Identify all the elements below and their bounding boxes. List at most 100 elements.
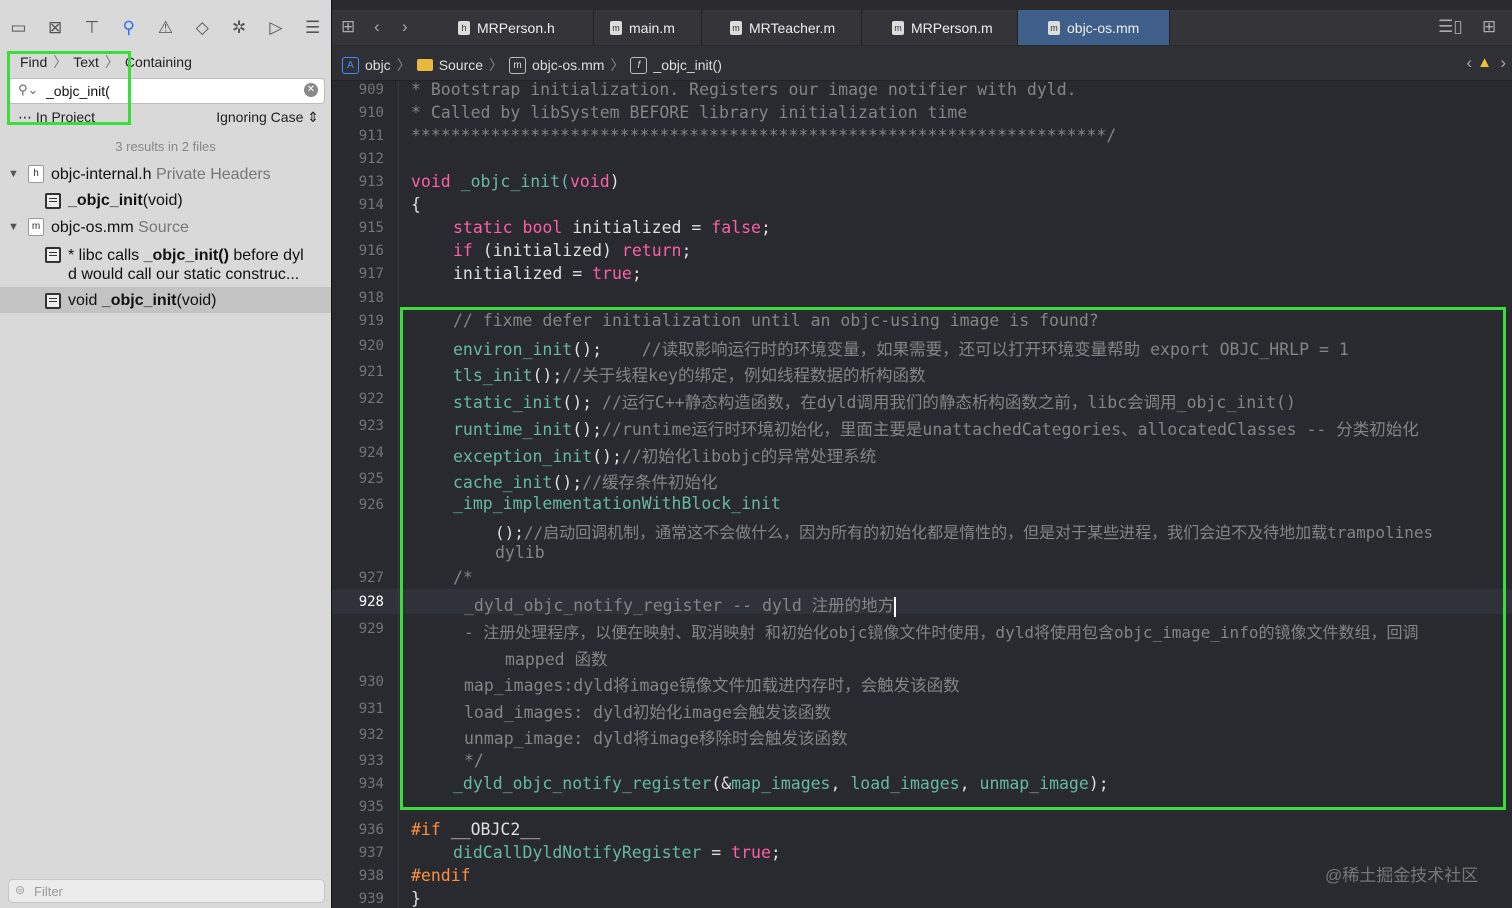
breakpoint-icon[interactable]: ▷ — [257, 10, 294, 46]
code-line[interactable]: initialized = true; — [453, 264, 642, 283]
code-line[interactable]: _imp_implementationWithBlock_init — [453, 494, 781, 513]
forward-arrow-icon[interactable]: › — [402, 17, 408, 37]
code-line[interactable]: ****************************************… — [411, 126, 1116, 145]
result-file-name: objc-internal.h — [51, 166, 152, 183]
navigator-toolbar: ▭ ⊠ ⊤ ⚲ ⚠ ◇ ✲ ▷ ☰ — [0, 10, 331, 46]
find-mode-breadcrumb[interactable]: Find 〉 Text 〉 Containing — [20, 53, 192, 71]
code-line-wrapped[interactable]: dylib — [495, 543, 545, 562]
line-number: 931 — [358, 701, 384, 717]
warning-icon[interactable]: ⚠ — [147, 10, 184, 46]
code-line[interactable]: } — [411, 889, 421, 908]
code-line-wrapped[interactable]: ();//启动回调机制，通常这不会做什么，因为所有的初始化都是惰性的，但是对于某… — [495, 519, 1433, 543]
filter-icon: ⊜ — [15, 883, 26, 897]
code-token: (initialized) — [472, 241, 622, 260]
code-line[interactable]: static_init(); //运行C++静态构造函数，在dyld调用我们的静… — [453, 389, 1296, 413]
search-icon[interactable]: ⚲ — [110, 10, 147, 46]
result-match-row[interactable]: * libc calls _objc_init() before dyl d w… — [0, 244, 331, 286]
code-line[interactable]: #if __OBJC2__ — [411, 820, 540, 839]
test-icon[interactable]: ◇ — [184, 10, 221, 46]
code-line[interactable]: map_images:dyld将image镜像文件加载进内存时，会触发该函数 — [464, 672, 960, 696]
line-number: 935 — [358, 799, 384, 815]
find-mode-containing[interactable]: Containing — [125, 54, 192, 70]
source-control-icon[interactable]: ⊠ — [37, 10, 74, 46]
breadcrumb-folder[interactable]: Source — [439, 57, 483, 73]
code-token: load_images — [850, 774, 960, 793]
search-input[interactable]: ⚲⌄ _objc_init( ✕ — [8, 78, 325, 104]
code-line[interactable]: cache_init();//缓存条件初始化 — [453, 469, 718, 493]
code-line[interactable]: unmap_image: dyld将image移除时会触发该函数 — [464, 725, 848, 749]
code-token: static bool — [453, 218, 563, 237]
result-file-row[interactable]: ▼ m objc-os.mm Source — [0, 217, 331, 239]
magnifier-icon[interactable]: ⚲⌄ — [18, 82, 38, 98]
code-token: ); — [1088, 774, 1109, 793]
match-hit: _objc_init() — [143, 247, 229, 264]
source-file-icon: m — [509, 56, 527, 74]
prev-issue-icon[interactable]: ‹ — [1466, 53, 1472, 73]
match-case-popup[interactable]: Ignoring Case ⇕ — [216, 109, 319, 126]
code-line[interactable]: */ — [464, 751, 484, 770]
code-line[interactable]: if (initialized) return; — [453, 241, 691, 260]
match-pre: * libc calls — [68, 247, 144, 264]
add-editor-icon[interactable]: ⊞ — [1482, 17, 1496, 37]
code-line[interactable]: _dyld_objc_notify_register(&map_images, … — [453, 774, 1109, 793]
breadcrumb-function[interactable]: _objc_init() — [653, 57, 721, 73]
line-number: 927 — [358, 570, 384, 586]
tab-mrperson-m[interactable]: m MRPerson.m — [862, 10, 1018, 45]
hierarchy-icon[interactable]: ⊤ — [74, 10, 111, 46]
tab-main-m[interactable]: m main.m — [594, 10, 702, 45]
code-line[interactable]: { — [411, 195, 421, 214]
next-issue-icon[interactable]: › — [1500, 53, 1506, 73]
tab-mrteacher-m[interactable]: m MRTeacher.m — [702, 10, 862, 45]
code-line[interactable]: static bool initialized = false; — [453, 218, 771, 237]
breadcrumb-project[interactable]: objc — [365, 57, 391, 73]
result-match-row[interactable]: _objc_init(void) — [0, 190, 331, 212]
clear-search-icon[interactable]: ✕ — [304, 83, 318, 97]
code-comment: //初始化libobjc的异常处理系统 — [621, 447, 877, 466]
filter-field[interactable]: ⊜ Filter — [8, 879, 325, 903]
code-line[interactable]: environ_init(); //读取影响运行时的环境变量，如果需要，还可以打… — [453, 336, 1349, 360]
code-comment: //读取影响运行时的环境变量，如果需要，还可以打开环境变量帮助 export O… — [641, 340, 1349, 359]
find-mode-find[interactable]: Find — [20, 54, 47, 70]
code-token: (& — [711, 774, 732, 793]
line-number: 939 — [358, 891, 384, 907]
tab-objc-os-mm[interactable]: m objc-os.mm — [1018, 10, 1170, 45]
code-token: true — [592, 264, 632, 283]
editor-options-icon[interactable]: ☰▯ — [1438, 17, 1463, 37]
code-line[interactable]: void _objc_init(void) — [411, 172, 620, 191]
grid-icon[interactable]: ⊞ — [341, 17, 355, 37]
breadcrumb-file[interactable]: objc-os.mm — [532, 57, 604, 73]
code-line[interactable]: // fixme defer initialization until an o… — [453, 311, 1099, 330]
code-line[interactable]: - 注册处理程序，以便在映射、取消映射 和初始化objc镜像文件时使用，dyld… — [464, 619, 1418, 643]
debug-icon[interactable]: ✲ — [221, 10, 258, 46]
search-value[interactable]: _objc_init( — [46, 83, 110, 99]
back-arrow-icon[interactable]: ‹ — [374, 17, 380, 37]
source-file-icon: m — [610, 20, 622, 35]
code-line[interactable]: exception_init();//初始化libobjc的异常处理系统 — [453, 443, 876, 467]
report-icon[interactable]: ☰ — [294, 10, 331, 46]
disclosure-triangle-icon[interactable]: ▼ — [8, 168, 19, 180]
code-line[interactable]: runtime_init();//runtime运行时环境初始化，里面主要是un… — [453, 416, 1419, 440]
find-mode-text[interactable]: Text — [73, 54, 99, 70]
tab-label: MRPerson.m — [911, 19, 993, 36]
function-icon: f — [630, 56, 648, 74]
result-match-row-selected[interactable]: void _objc_init(void) — [0, 290, 331, 312]
editor-tab-bar: ⊞ ‹ › h MRPerson.h m main.m m MRTeacher.m m… — [332, 10, 1512, 45]
search-scope-button[interactable]: ⋯ In Project — [18, 109, 95, 126]
code-line[interactable]: #endif — [411, 866, 471, 885]
code-line-current[interactable]: _dyld_objc_notify_register -- dyld 注册的地方 — [464, 592, 897, 617]
code-line[interactable]: didCallDyldNotifyRegister = true; — [453, 843, 781, 862]
tab-mrperson-h[interactable]: h MRPerson.h — [444, 10, 594, 45]
tab-label: main.m — [629, 19, 675, 36]
code-line[interactable]: tls_init();//关于线程key的绑定，例如线程数据的析构函数 — [453, 362, 925, 386]
code-line[interactable]: * Called by libSystem BEFORE library ini… — [411, 103, 967, 122]
code-line-wrapped[interactable]: mapped 函数 — [505, 646, 608, 670]
code-line[interactable]: /* — [453, 568, 473, 587]
code-line[interactable]: load_images: dyld初始化image会触发该函数 — [464, 699, 831, 723]
warning-icon[interactable]: ▲ — [1477, 54, 1492, 71]
result-file-row[interactable]: ▼ h objc-internal.h Private Headers — [0, 164, 331, 186]
folder-icon[interactable]: ▭ — [0, 10, 37, 46]
header-file-icon: h — [28, 165, 44, 183]
line-number: 913 — [358, 174, 384, 190]
disclosure-triangle-icon[interactable]: ▼ — [8, 221, 19, 233]
code-line[interactable]: * Bootstrap initialization. Registers ou… — [411, 80, 1077, 99]
